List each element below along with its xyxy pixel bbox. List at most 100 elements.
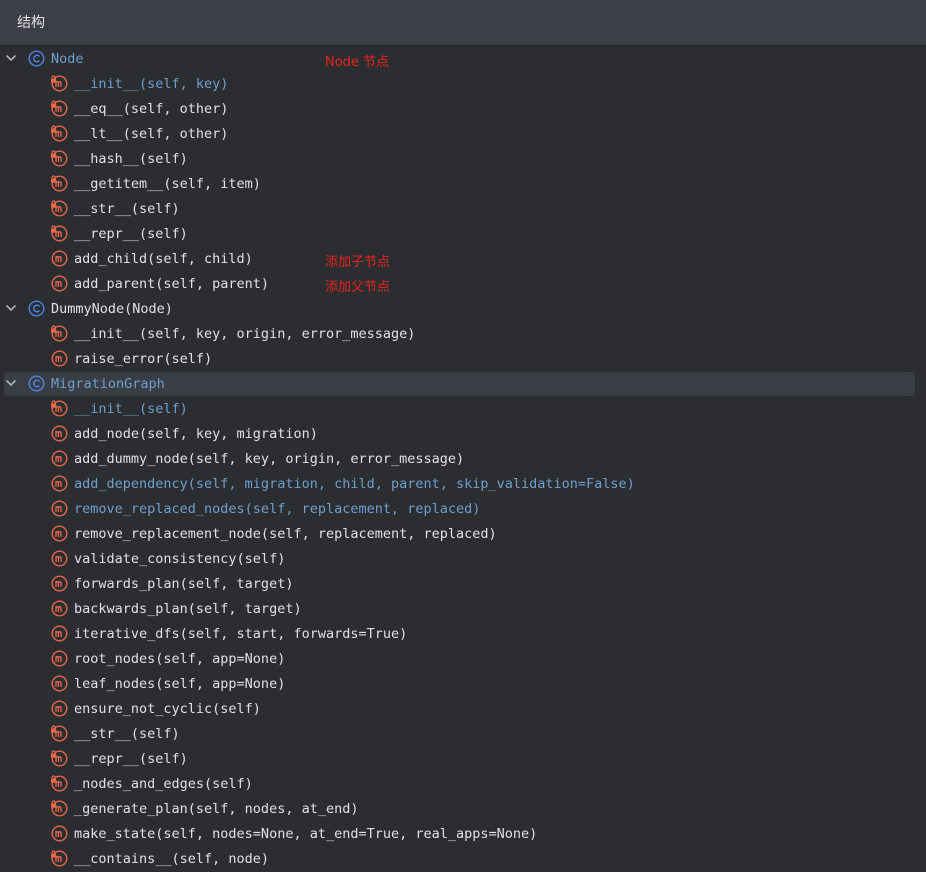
chevron-down-icon[interactable] [4,376,18,390]
method-signature: __getitem__(self, item) [74,176,261,192]
method-signature: __init__(self) [74,401,188,417]
method-signature: __contains__(self, node) [74,851,270,867]
lock-badge-icon [51,175,57,183]
method-m-icon [51,425,68,442]
method-signature: _generate_plan(self, nodes, at_end) [74,801,359,817]
method-signature: add_node(self, key, migration) [74,426,318,442]
method-signature: add_dependency(self, migration, child, p… [74,476,635,492]
method-locked-icon [51,225,68,242]
method-signature: root_nodes(self, app=None) [74,651,286,667]
class-name: MigrationGraph [51,376,165,392]
tree-method-row[interactable]: __getitem__(self, item) [0,172,926,197]
method-locked-icon [51,100,68,117]
method-signature: remove_replacement_node(self, replacemen… [74,526,497,542]
tree-method-row[interactable]: _nodes_and_edges(self) [0,772,926,797]
tree-method-row[interactable]: _generate_plan(self, nodes, at_end) [0,797,926,822]
chevron-down-icon[interactable] [4,301,18,315]
tree-method-row[interactable]: add_dependency(self, migration, child, p… [0,472,926,497]
annotation-note: Node 节点 [325,55,390,70]
tree-method-row[interactable]: add_node(self, key, migration) [0,422,926,447]
tree-method-row[interactable]: add_child(self, child) 添加子节点 [0,247,926,272]
lock-badge-icon [51,800,57,808]
tree-method-row[interactable]: __init__(self) [0,397,926,422]
tree-method-row[interactable]: __eq__(self, other) [0,97,926,122]
method-signature: raise_error(self) [74,351,213,367]
method-m-icon [51,500,68,517]
tree-method-row[interactable]: raise_error(self) [0,347,926,372]
method-signature: __str__(self) [74,201,180,217]
tree-method-row[interactable]: __str__(self) [0,722,926,747]
tree-method-row[interactable]: forwards_plan(self, target) [0,572,926,597]
class-name: DummyNode(Node) [51,301,173,317]
method-locked-icon [51,400,68,417]
tree-method-row[interactable]: ensure_not_cyclic(self) [0,697,926,722]
lock-badge-icon [51,750,57,758]
tree-class-row[interactable]: Node Node 节点 [0,47,926,72]
method-m-icon [51,675,68,692]
method-m-icon [51,275,68,292]
tree-method-row[interactable]: remove_replaced_nodes(self, replacement,… [0,497,926,522]
tree-method-row[interactable]: validate_consistency(self) [0,547,926,572]
method-m-icon [51,250,68,267]
method-locked-icon [51,775,68,792]
class-c-icon [28,375,45,392]
tree-method-row[interactable]: __str__(self) [0,197,926,222]
tree-class-row[interactable]: MigrationGraph [0,372,926,397]
method-locked-icon [51,750,68,767]
method-signature: backwards_plan(self, target) [74,601,302,617]
method-m-icon [51,650,68,667]
tree-method-row[interactable]: root_nodes(self, app=None) [0,647,926,672]
class-c-icon [28,300,45,317]
tree-class-row[interactable]: DummyNode(Node) [0,297,926,322]
tree-method-row[interactable]: __repr__(self) [0,222,926,247]
method-m-icon [51,450,68,467]
lock-badge-icon [51,225,57,233]
method-m-icon [51,550,68,567]
annotation-note: 添加父节点 [325,280,391,295]
method-signature: iterative_dfs(self, start, forwards=True… [74,626,408,642]
method-m-icon [51,825,68,842]
tree-method-row[interactable]: __init__(self, key) [0,72,926,97]
chevron-down-icon[interactable] [4,51,18,65]
method-m-icon [51,350,68,367]
method-m-icon [51,625,68,642]
tree-method-row[interactable]: add_dummy_node(self, key, origin, error_… [0,447,926,472]
method-locked-icon [51,200,68,217]
method-signature: remove_replaced_nodes(self, replacement,… [74,501,481,517]
lock-badge-icon [51,400,57,408]
tree-method-row[interactable]: __hash__(self) [0,147,926,172]
method-locked-icon [51,725,68,742]
method-m-icon [51,600,68,617]
tree-method-row[interactable]: __lt__(self, other) [0,122,926,147]
method-signature: add_dummy_node(self, key, origin, error_… [74,451,465,467]
lock-badge-icon [51,850,57,858]
tree-method-row[interactable]: make_state(self, nodes=None, at_end=True… [0,822,926,847]
tree-method-row[interactable]: __init__(self, key, origin, error_messag… [0,322,926,347]
structure-panel: 结构 Node Node 节点 __init__(self, key) __eq__(… [0,0,926,872]
method-locked-icon [51,150,68,167]
method-locked-icon [51,175,68,192]
tree-method-row[interactable]: remove_replacement_node(self, replacemen… [0,522,926,547]
method-locked-icon [51,75,68,92]
tree-method-row[interactable]: backwards_plan(self, target) [0,597,926,622]
method-signature: validate_consistency(self) [74,551,286,567]
method-signature: __repr__(self) [74,226,188,242]
tree-method-row[interactable]: iterative_dfs(self, start, forwards=True… [0,622,926,647]
tree-method-row[interactable]: __repr__(self) [0,747,926,772]
method-locked-icon [51,850,68,867]
class-c-icon [28,50,45,67]
method-signature: __eq__(self, other) [74,101,229,117]
method-signature: forwards_plan(self, target) [74,576,294,592]
method-m-icon [51,575,68,592]
lock-badge-icon [51,125,57,133]
tree-method-row[interactable]: __contains__(self, node) [0,847,926,872]
tree-method-row[interactable]: add_parent(self, parent) 添加父节点 [0,272,926,297]
lock-badge-icon [51,775,57,783]
annotation-note: 添加子节点 [325,255,391,270]
method-signature: __init__(self, key, origin, error_messag… [74,326,416,342]
method-signature: add_child(self, child) [74,251,253,267]
method-signature: __str__(self) [74,726,180,742]
tree-method-row[interactable]: leaf_nodes(self, app=None) [0,672,926,697]
method-signature: __lt__(self, other) [74,126,229,142]
method-signature: add_parent(self, parent) [74,276,270,292]
